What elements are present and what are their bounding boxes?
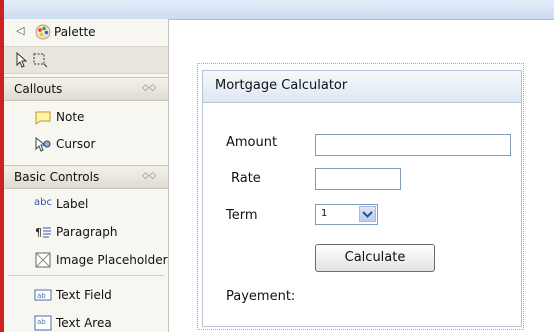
calculate-button[interactable]: Calculate: [315, 244, 435, 272]
palette-item-label: Text Area: [56, 316, 112, 330]
payment-label: Payement:: [226, 289, 296, 304]
palette-item-text-field[interactable]: ab Text Field: [4, 283, 168, 307]
palette-item-label: Label: [56, 197, 89, 211]
select-tool-icon[interactable]: [14, 52, 30, 68]
drawer-basic-controls[interactable]: Basic Controls ◇◇: [4, 165, 168, 189]
palette-item-note[interactable]: Note: [4, 105, 168, 129]
form-title: Mortgage Calculator: [215, 78, 348, 93]
image-placeholder-icon: [35, 252, 51, 268]
text-area-icon: ab: [34, 315, 52, 331]
svg-text:ab: ab: [37, 292, 46, 300]
divider: [8, 275, 164, 276]
drawer-label: Basic Controls: [14, 170, 100, 184]
palette-item-label: Image Placeholder: [56, 253, 168, 267]
text-field-icon: ab: [34, 289, 52, 301]
palette-icon: [35, 24, 51, 40]
palette-item-cursor[interactable]: Cursor: [4, 132, 168, 156]
collapse-arrow-icon: ◇◇: [142, 171, 156, 181]
paragraph-icon: ¶: [35, 226, 51, 239]
rate-input[interactable]: [315, 168, 401, 190]
design-canvas[interactable]: Mortgage Calculator Amount Rate Term 1 C…: [169, 20, 554, 332]
rate-label: Rate: [231, 171, 261, 186]
svg-text:¶: ¶: [35, 226, 42, 239]
palette-item-label: Paragraph: [56, 225, 118, 239]
collapse-arrow-icon: ◇◇: [142, 83, 156, 93]
chevron-down-icon[interactable]: [359, 206, 376, 222]
editor-title-bar: [4, 0, 554, 20]
drawer-label: Callouts: [14, 82, 63, 96]
form-header: Mortgage Calculator: [203, 71, 521, 103]
palette-item-label: Cursor: [56, 137, 96, 151]
amount-label: Amount: [226, 135, 278, 150]
term-select[interactable]: 1: [315, 204, 378, 225]
mortgage-calculator-form[interactable]: Mortgage Calculator Amount Rate Term 1 C…: [202, 70, 522, 327]
palette-item-label: Note: [56, 110, 85, 124]
palette-item-label[interactable]: abc Label: [4, 192, 168, 216]
palette-tools: [4, 46, 168, 74]
palette-panel: ◁ Palette Callouts ◇◇ Note Cursor Basic …: [4, 19, 169, 332]
drawer-callouts[interactable]: Callouts ◇◇: [4, 77, 168, 101]
abc-label-icon: abc: [34, 197, 52, 208]
palette-title: Palette: [54, 25, 96, 39]
note-icon: [35, 111, 51, 125]
palette-item-paragraph[interactable]: ¶ Paragraph: [4, 220, 168, 244]
palette-item-label: Text Field: [56, 288, 112, 302]
cursor-icon: [35, 136, 51, 152]
term-label: Term: [226, 208, 258, 223]
palette-header: ◁ Palette: [4, 19, 168, 45]
palette-item-text-area[interactable]: ab Text Area: [4, 311, 168, 335]
term-select-value: 1: [321, 208, 328, 219]
amount-input[interactable]: [315, 134, 511, 156]
collapse-palette-icon[interactable]: ◁: [16, 24, 24, 37]
palette-item-image-placeholder[interactable]: Image Placeholder: [4, 248, 168, 272]
marquee-tool-icon[interactable]: [32, 52, 48, 68]
svg-text:ab: ab: [37, 318, 46, 326]
